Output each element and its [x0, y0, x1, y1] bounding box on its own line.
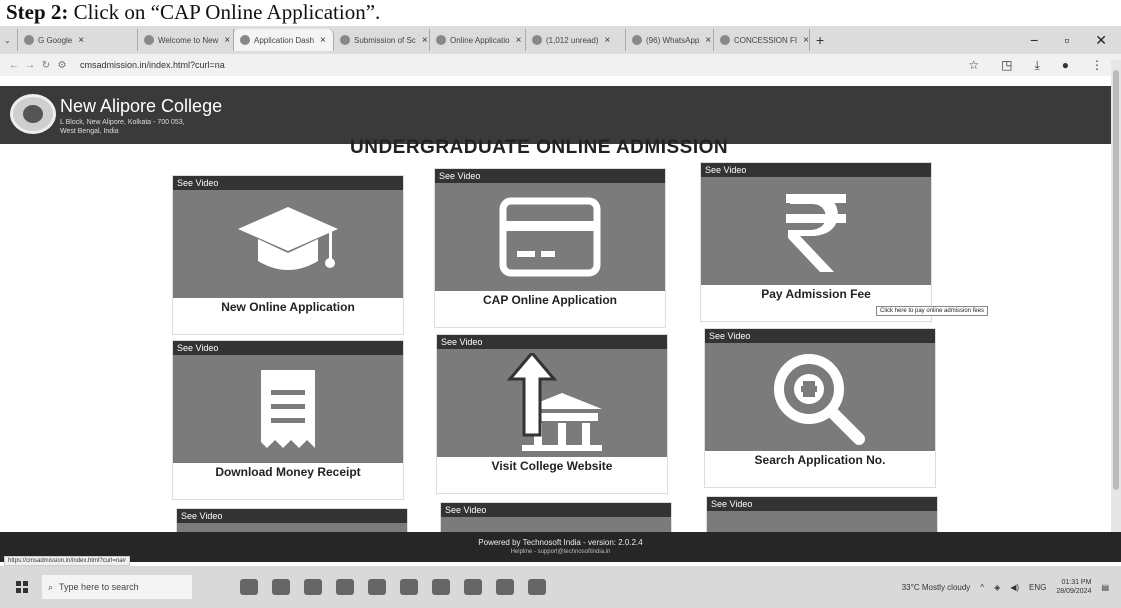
page-scrollbar[interactable] — [1111, 60, 1121, 552]
rupee-icon — [701, 177, 931, 285]
system-tray: 33°C Mostly cloudy ^ ◈ ◀) ENG 01:31 PM 28… — [902, 578, 1121, 596]
address-bar: ← → ↻ ⚙ cmsadmission.in/index.html?curl=… — [0, 54, 1121, 76]
site-info-icon[interactable]: ⚙ — [54, 60, 70, 71]
media-icon[interactable] — [432, 579, 450, 595]
app-icon[interactable] — [272, 579, 290, 595]
tab-concession[interactable]: CONCESSION FI × — [714, 29, 810, 51]
browser-tabstrip: ⌄ G Google × Welcome to New × Application … — [0, 26, 1121, 54]
page-title: UNDERGRADUATE ONLINE ADMISSION — [350, 137, 729, 158]
extensions-icon[interactable]: ◳ — [1001, 58, 1012, 73]
window-controls: − ▫ ✕ — [1030, 32, 1121, 49]
card-search-application-no[interactable]: See Video Search Application No. — [704, 328, 936, 488]
url-input[interactable]: cmsadmission.in/index.html?curl=na — [80, 60, 225, 70]
tooltip: Click here to pay online admission fees — [876, 306, 989, 316]
college-logo[interactable] — [10, 94, 56, 134]
card-label[interactable]: CAP Online Application — [435, 293, 665, 307]
see-video-link[interactable]: See Video — [437, 335, 667, 349]
weather-widget[interactable]: 33°C Mostly cloudy — [902, 583, 971, 592]
tab-application-dashboard[interactable]: Application Dash × — [234, 29, 334, 51]
card-label[interactable]: Visit College Website — [437, 459, 667, 473]
site-header: New Alipore College L Block, New Alipore… — [0, 86, 1121, 144]
see-video-link[interactable]: See Video — [173, 176, 403, 190]
see-video-link[interactable]: See Video — [707, 497, 937, 511]
tab-google[interactable]: G Google × — [18, 29, 138, 51]
card-row3-3[interactable]: See Video — [706, 496, 938, 536]
card-label[interactable]: Download Money Receipt — [173, 465, 403, 479]
mail-icon[interactable] — [368, 579, 386, 595]
see-video-link[interactable]: See Video — [701, 163, 931, 177]
college-building-icon — [437, 349, 667, 457]
step-instruction: Step 2: Click on “CAP Online Application… — [6, 0, 381, 24]
clock[interactable]: 01:31 PM 28/09/2024 — [1056, 578, 1091, 596]
search-plus-icon — [705, 343, 935, 451]
see-video-link[interactable]: See Video — [705, 329, 935, 343]
taskbar-search-input[interactable]: ⌕ Type here to search — [42, 575, 192, 599]
card-label[interactable]: Pay Admission Fee — [701, 287, 931, 301]
credit-card-icon — [435, 183, 665, 291]
windows-taskbar: ⌕ Type here to search 33°C Mostly cloudy … — [0, 566, 1121, 608]
receipt-icon — [173, 355, 403, 463]
college-address: L Block, New Alipore, Kolkata - 700 053,… — [60, 119, 185, 135]
profile-icon[interactable]: ● — [1062, 58, 1069, 73]
menu-icon[interactable]: ⋮ — [1091, 58, 1103, 73]
footer-helpline[interactable]: Helpline - support@technosoftindia.in — [0, 549, 1121, 555]
bookmark-star-icon[interactable]: ☆ — [968, 58, 979, 73]
footer-powered-by: Powered by Technosoft India - version: 2… — [478, 538, 643, 547]
close-icon[interactable]: ✕ — [1095, 32, 1107, 49]
search-icon: ⌕ — [48, 581, 54, 592]
card-visit-college-website[interactable]: See Video Visit College Website — [436, 334, 668, 494]
forward-icon[interactable]: → — [22, 60, 38, 71]
back-icon[interactable]: ← — [6, 60, 22, 71]
tab-whatsapp[interactable]: (96) WhatsApp × — [626, 29, 714, 51]
chevron-up-icon[interactable]: ^ — [980, 583, 984, 592]
tab-search-icon[interactable]: ⌄ — [0, 29, 18, 51]
volume-icon[interactable]: ◀) — [1010, 583, 1019, 592]
college-name: New Alipore College — [60, 96, 223, 116]
status-bar-url: https://cmsadmission.in/index.html?curl=… — [4, 556, 130, 566]
see-video-link[interactable]: See Video — [177, 509, 407, 523]
language-indicator[interactable]: ENG — [1029, 583, 1046, 592]
app-icon[interactable] — [496, 579, 514, 595]
tab-online-application[interactable]: Online Applicatio × — [430, 29, 526, 51]
app-icon[interactable] — [528, 579, 546, 595]
app-icon[interactable] — [464, 579, 482, 595]
download-icon[interactable]: ⤓ — [1034, 58, 1039, 73]
card-new-online-application[interactable]: See Video New Online Application — [172, 175, 404, 335]
chrome-icon[interactable] — [304, 579, 322, 595]
card-label[interactable]: Search Application No. — [705, 453, 935, 467]
card-label[interactable]: New Online Application — [173, 300, 403, 314]
windows-start-icon[interactable] — [16, 581, 28, 593]
graduation-cap-icon — [173, 190, 403, 298]
see-video-link[interactable]: See Video — [435, 169, 665, 183]
minimize-icon[interactable]: − — [1030, 32, 1038, 49]
tab-submission[interactable]: Submission of Sc × — [334, 29, 430, 51]
page-footer: Powered by Technosoft India - version: 2… — [0, 532, 1121, 562]
tab-mail[interactable]: (1,012 unread) × — [526, 29, 626, 51]
notification-icon[interactable]: ▤ — [1101, 583, 1109, 592]
edge-icon[interactable] — [400, 579, 418, 595]
task-view-icon[interactable] — [240, 579, 258, 595]
scrollbar-thumb[interactable] — [1113, 70, 1119, 490]
new-tab-button[interactable]: + — [810, 32, 830, 48]
card-cap-online-application[interactable]: See Video CAP Online Application — [434, 168, 666, 328]
maximize-icon[interactable]: ▫ — [1064, 32, 1069, 49]
card-download-money-receipt[interactable]: See Video Download Money Receipt — [172, 340, 404, 500]
file-explorer-icon[interactable] — [336, 579, 354, 595]
network-icon[interactable]: ◈ — [994, 583, 1000, 592]
reload-icon[interactable]: ↻ — [38, 60, 54, 71]
tab-welcome[interactable]: Welcome to New × — [138, 29, 234, 51]
taskbar-apps — [240, 579, 546, 595]
see-video-link[interactable]: See Video — [173, 341, 403, 355]
card-pay-admission-fee[interactable]: See Video Pay Admission Fee — [700, 162, 932, 322]
see-video-link[interactable]: See Video — [441, 503, 671, 517]
